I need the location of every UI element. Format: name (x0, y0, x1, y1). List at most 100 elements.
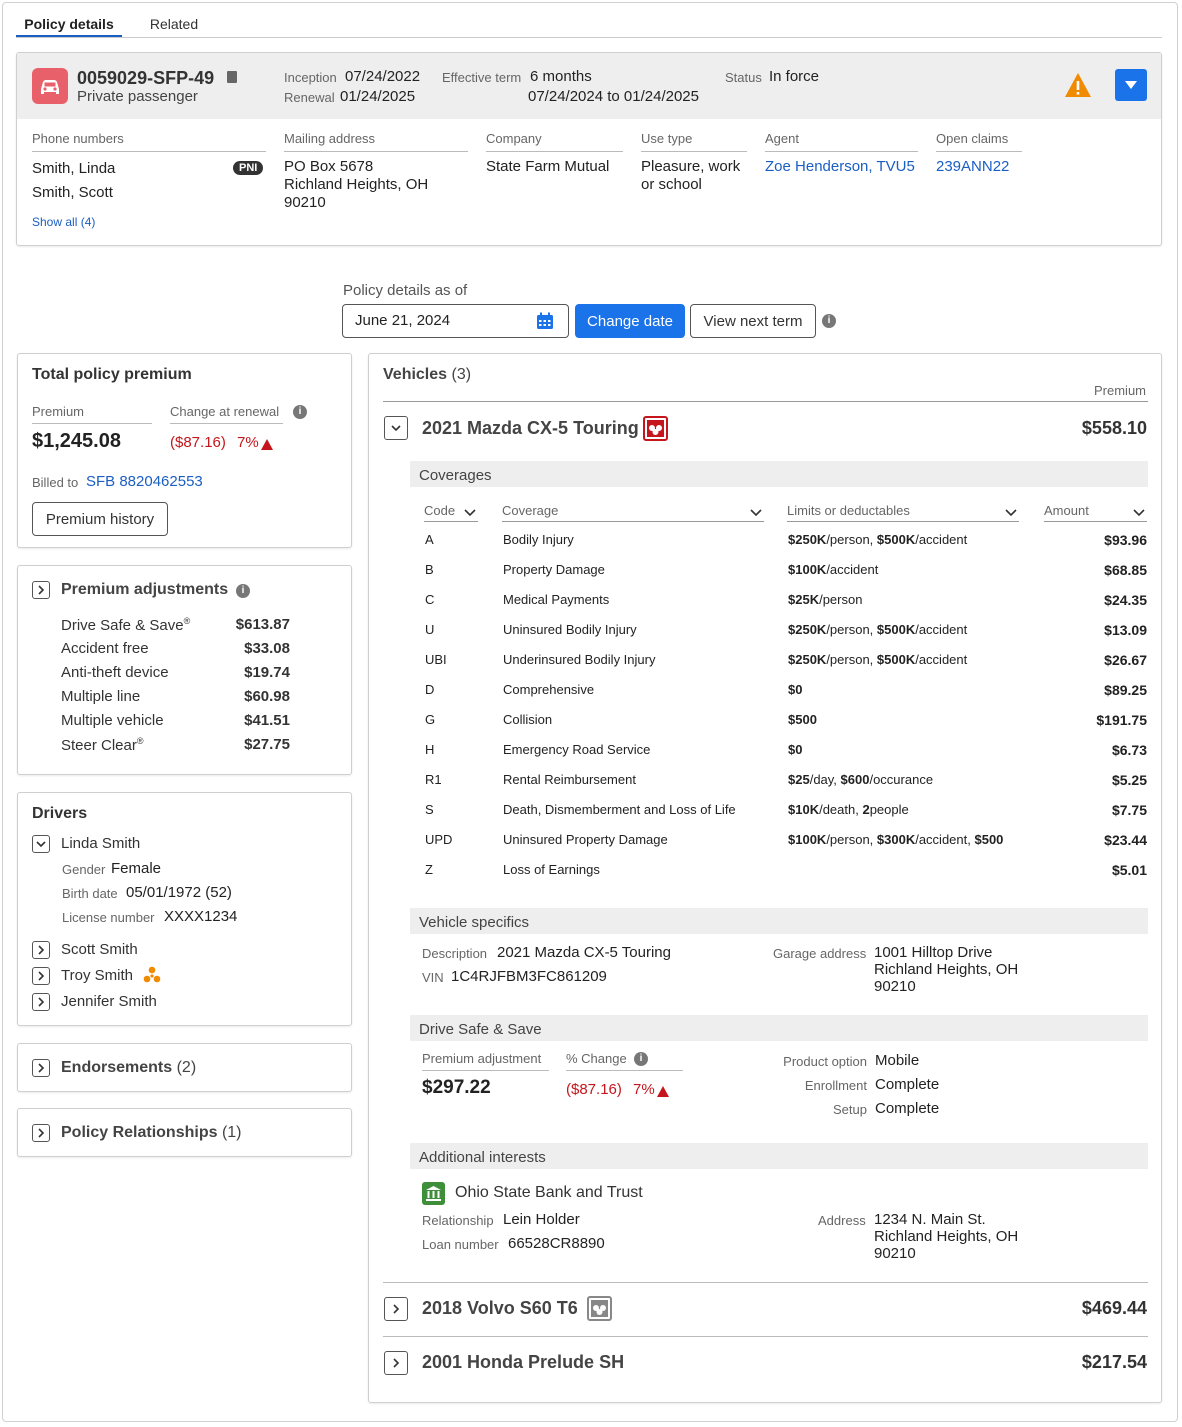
collapse-toggle[interactable] (32, 835, 50, 853)
driver-name[interactable]: Scott Smith (61, 941, 138, 958)
use-type-line: Pleasure, work (641, 158, 741, 175)
limit-value: $100K (788, 562, 827, 577)
date-input[interactable]: June 21, 2024 (342, 304, 569, 338)
chevron-down-icon (750, 505, 762, 520)
expand-toggle[interactable] (32, 967, 50, 985)
date-value: June 21, 2024 (355, 312, 451, 329)
expand-toggle[interactable] (32, 1124, 50, 1142)
policy-relationships-card[interactable]: Policy Relationships (1) (17, 1108, 352, 1157)
driver-name[interactable]: Troy Smith (61, 967, 133, 984)
collapse-toggle[interactable] (384, 416, 408, 440)
coverage-amount: $191.75 (1096, 712, 1147, 728)
card-title: Drivers (32, 805, 88, 822)
state-farm-logo-icon (643, 416, 668, 441)
chevron-right-icon (38, 997, 45, 1007)
change-date-button[interactable]: Change date (575, 304, 685, 338)
column-header-label: Amount (1044, 503, 1089, 518)
coverage-name: Bodily Injury (503, 532, 574, 547)
contact-name: Smith, Scott (32, 184, 113, 201)
expand-toggle[interactable] (32, 993, 50, 1011)
term-range: 07/24/2024 to 01/24/2025 (528, 88, 699, 105)
adjustment-amount: $613.87 (235, 616, 290, 633)
column-header-4[interactable]: Amount (1044, 503, 1147, 522)
expand-toggle[interactable] (384, 1351, 408, 1375)
vehicle-name[interactable]: 2001 Honda Prelude SH (422, 1352, 624, 1373)
card-title: Premium adjustments (61, 581, 229, 598)
actions-dropdown-button[interactable] (1115, 69, 1147, 101)
coverage-amount: $24.35 (1104, 592, 1147, 608)
clipboard-icon[interactable] (227, 71, 237, 83)
coverage-name: Uninsured Property Damage (503, 832, 668, 847)
show-all-link[interactable]: Show all (4) (32, 215, 95, 229)
coverage-code: D (425, 682, 435, 697)
driver-name[interactable]: Jennifer Smith (61, 993, 157, 1010)
change-at-renewal-label: Change at renewal (170, 404, 283, 424)
relationships-title: Policy Relationships (1) (61, 1124, 242, 1142)
column-header-3[interactable]: Limits or deductables (787, 503, 1019, 522)
description-label: Description (422, 946, 488, 961)
pct-change-label: % Change (566, 1051, 683, 1071)
birth-date-value: 05/01/1972 (52) (126, 884, 232, 901)
policy-header-card: 0059029-SFP-49 Private passenger Incepti… (16, 52, 1162, 246)
limit-unit: /person, (826, 832, 877, 847)
limit-unit: /person (819, 592, 863, 607)
address-label: Address (818, 1213, 866, 1228)
column-header-label: Limits or deductables (787, 503, 910, 518)
premium-value: $1,245.08 (32, 430, 121, 452)
limit-value: $500 (788, 712, 817, 727)
limit-value: 2 (862, 802, 870, 817)
coverage-limits: $100K/accident (788, 562, 878, 577)
coverage-name: Property Damage (503, 562, 605, 577)
info-icon[interactable]: i (236, 584, 250, 598)
coverage-code: UPD (425, 832, 453, 847)
column-header-2[interactable]: Coverage (502, 503, 764, 522)
tab-related[interactable]: Related (140, 16, 208, 32)
garage-address-line: 1001 Hilltop Drive (874, 944, 993, 961)
column-header-1[interactable]: Code (424, 503, 478, 522)
garage-address-line: Richland Heights, OH (874, 961, 1019, 978)
address-line: 1234 N. Main St. (874, 1211, 986, 1228)
info-icon[interactable]: i (822, 314, 836, 328)
expand-toggle[interactable] (32, 941, 50, 959)
mailing-address-label: Mailing address (284, 131, 468, 152)
limit-value: $25 (788, 772, 810, 787)
section-count: (2) (176, 1059, 197, 1076)
expand-toggle[interactable] (32, 581, 50, 599)
limit-value: $100K (788, 832, 827, 847)
tab-policy-details[interactable]: Policy details (16, 14, 122, 38)
limit-unit: /person, (826, 622, 877, 637)
endorsements-card[interactable]: Endorsements (2) (17, 1043, 352, 1092)
calendar-icon[interactable] (536, 312, 554, 334)
vehicle-name[interactable]: 2018 Volvo S60 T6 (422, 1298, 578, 1319)
additional-interests-header: Additional interests (410, 1143, 1148, 1169)
view-next-term-button[interactable]: View next term (690, 304, 816, 338)
limit-value: $500K (876, 622, 916, 637)
driver-name[interactable]: Linda Smith (61, 835, 140, 852)
expand-toggle[interactable] (32, 1059, 50, 1077)
coverage-limits: $25K/person (788, 592, 862, 607)
expand-toggle[interactable] (384, 1297, 408, 1321)
product-option-label: Product option (783, 1054, 867, 1069)
limit-unit: /accident (826, 562, 879, 577)
agent-link[interactable]: Zoe Henderson, TVU5 (765, 158, 915, 175)
premium-adjustments-card: Premium adjustments i Drive Safe & Save®… (17, 565, 352, 775)
chevron-down-icon (1125, 81, 1137, 89)
coverage-name: Death, Dismemberment and Loss of Life (503, 802, 736, 817)
hazard-icon (143, 966, 161, 987)
billed-account-link[interactable]: SFB 8820462553 (86, 473, 203, 490)
info-icon[interactable]: i (293, 405, 307, 419)
vehicles-title: Vehicles (3) (383, 366, 471, 384)
vehicle-name[interactable]: 2021 Mazda CX-5 Touring (422, 418, 639, 439)
info-icon[interactable]: i (634, 1052, 648, 1066)
premium-history-button[interactable]: Premium history (32, 502, 168, 536)
tab-label: Related (149, 16, 199, 32)
premium-adjustment-value: $297.22 (422, 1077, 491, 1098)
coverage-limits: $0 (788, 682, 802, 697)
section-count: (1) (221, 1124, 242, 1141)
total-premium-card: Total policy premium Premium $1,245.08 C… (17, 353, 352, 548)
warning-icon[interactable] (1063, 71, 1093, 102)
open-claims-link[interactable]: 239ANN22 (936, 158, 1009, 175)
coverage-row: A Bodily Injury $250K/person, $500K/accide… (369, 532, 1159, 552)
adjustment-name: Anti-theft device (61, 664, 169, 681)
coverage-row: B Property Damage $100K/accident $68.85 (369, 562, 1159, 582)
